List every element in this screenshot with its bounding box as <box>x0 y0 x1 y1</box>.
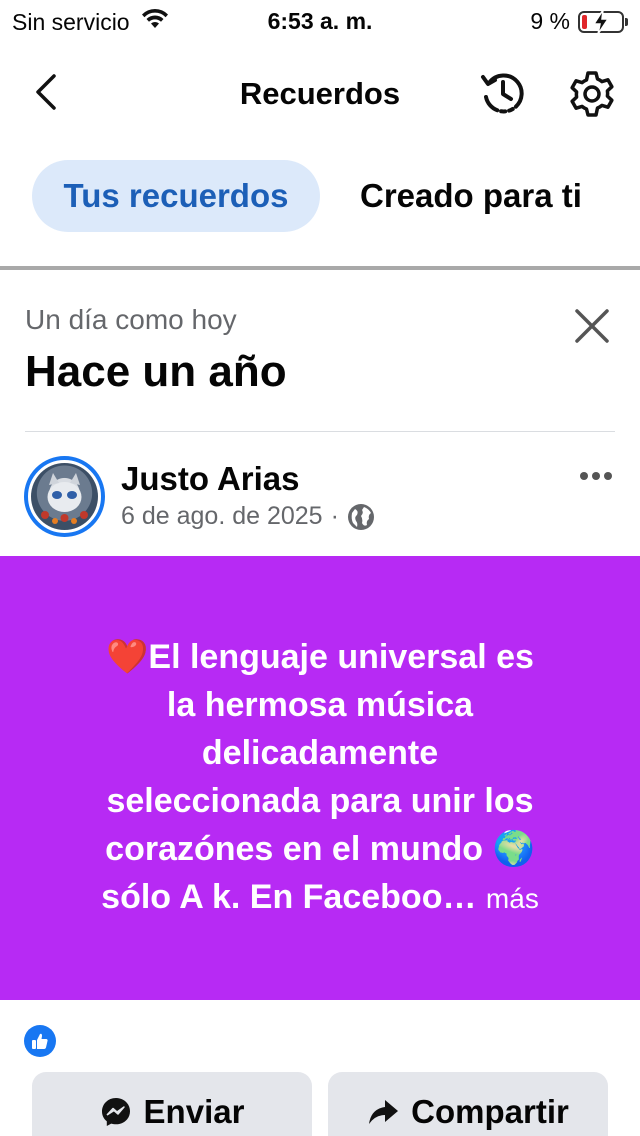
section-divider <box>0 266 640 270</box>
gear-icon <box>570 71 614 117</box>
send-button[interactable]: Enviar <box>32 1072 312 1136</box>
close-button[interactable] <box>568 302 616 350</box>
post-date[interactable]: 6 de ago. de 2025 <box>121 502 323 531</box>
meta-separator: · <box>330 502 339 530</box>
tab-creado-para-ti[interactable]: Creado para ti <box>340 160 582 232</box>
page-title: Recuerdos <box>239 76 401 111</box>
post-body[interactable]: ❤️El lenguaje universal es la hermosa mú… <box>0 556 640 1000</box>
tab-bar: Tus recuerdos Creado para ti <box>0 160 640 232</box>
settings-button[interactable] <box>566 68 618 120</box>
post-text-line: la hermosa música <box>166 686 474 724</box>
more-options-button[interactable] <box>574 462 618 490</box>
status-right: 9 % <box>530 8 628 35</box>
post-text-line: seleccionada para unir los <box>106 782 534 820</box>
header: Recuerdos <box>0 50 640 134</box>
post-text-line: delicadamente <box>201 734 439 772</box>
post-author[interactable]: Justo Arias <box>121 460 300 498</box>
post-text-line: El lenguaje universal es <box>148 638 534 676</box>
battery-icon <box>578 9 628 34</box>
avatar[interactable] <box>24 456 105 537</box>
history-icon <box>481 73 524 114</box>
status-bar: Sin servicio 6:53 a. m. 9 % <box>0 0 640 42</box>
post-text-line: sólo A k. En Faceboo… <box>101 878 477 916</box>
post-text: ❤️El lenguaje universal es la hermosa mú… <box>40 633 600 923</box>
avatar-image <box>31 463 98 530</box>
memory-title: Hace un año <box>25 347 287 396</box>
share-label: Compartir <box>411 1093 569 1130</box>
send-label: Enviar <box>143 1093 245 1130</box>
card-divider <box>25 431 615 432</box>
like-reaction-icon[interactable] <box>24 1025 56 1057</box>
more-horizontal-icon <box>580 472 612 480</box>
globe-icon <box>347 503 374 530</box>
history-button[interactable] <box>478 68 528 118</box>
share-icon <box>369 1100 399 1124</box>
heart-emoji: ❤️ <box>106 638 149 676</box>
close-icon <box>575 309 609 343</box>
memory-subtitle: Un día como hoy <box>25 304 237 335</box>
tab-tus-recuerdos[interactable]: Tus recuerdos <box>32 160 320 232</box>
post-meta: 6 de ago. de 2025 · <box>121 502 375 531</box>
globe-emoji: 🌍 <box>492 830 535 868</box>
share-button[interactable]: Compartir <box>328 1072 608 1136</box>
battery-percent: 9 % <box>530 8 570 34</box>
messenger-icon <box>101 1098 130 1126</box>
see-more-link[interactable]: más <box>486 883 539 914</box>
post-text-line: corazónes en el mundo <box>105 830 484 868</box>
